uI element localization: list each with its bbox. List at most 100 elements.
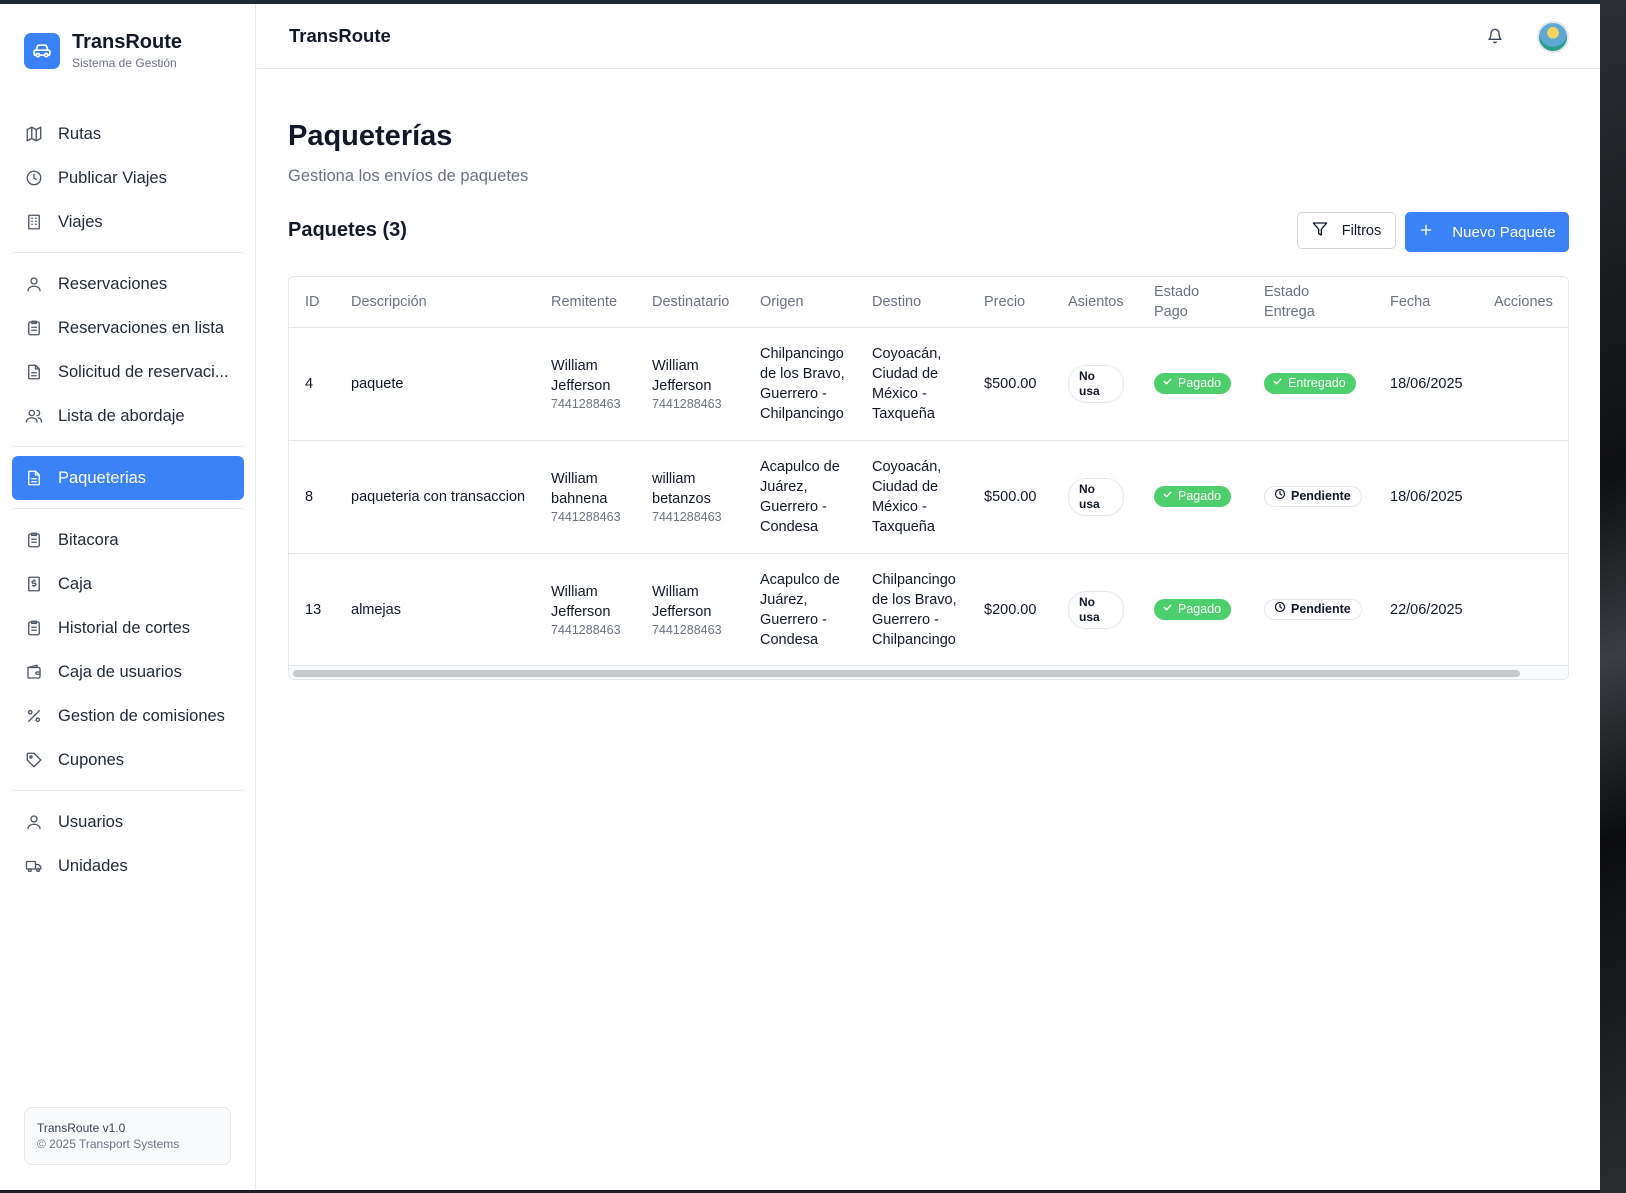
- table-header-row: ID Descripción Remitente Destinatario Origen…: [289, 277, 1568, 328]
- cell-precio: $500.00: [968, 440, 1052, 554]
- cell-precio: $500.00: [968, 327, 1052, 441]
- sidebar-item-publicar-viajes[interactable]: Publicar Viajes: [12, 156, 244, 200]
- packages-table-container: ID Descripción Remitente Destinatario Origen…: [288, 276, 1569, 680]
- version-text: TransRoute v1.0: [37, 1121, 126, 1135]
- sidebar-item-paqueterias[interactable]: Paqueterias: [12, 456, 244, 500]
- check-icon: [1162, 488, 1173, 505]
- destinatario-name: william betanzos: [652, 470, 711, 507]
- nav-divider: [12, 446, 244, 447]
- sidebar-item-label: Rutas: [58, 124, 102, 143]
- column-header[interactable]: Destinatario: [636, 277, 744, 328]
- payment-status-badge: Pagado: [1154, 373, 1232, 394]
- column-header[interactable]: Acciones: [1478, 277, 1568, 328]
- sidebar-item-reservaciones[interactable]: Reservaciones: [12, 262, 244, 306]
- sidebar-item-usuarios[interactable]: Usuarios: [12, 800, 244, 844]
- column-header[interactable]: Origen: [744, 277, 856, 328]
- cell-origen: Chilpancingo de los Bravo, Guerrero - Ch…: [744, 327, 856, 441]
- destinatario-name: William Jefferson: [652, 583, 712, 620]
- cell-destino: Coyoacán, Ciudad de México - Taxqueña: [856, 327, 968, 441]
- sidebar-nav: Rutas Publicar Viajes Viajes Reservaciones R…: [12, 112, 244, 888]
- column-header[interactable]: Descripción: [335, 277, 535, 328]
- bell-icon[interactable]: [1487, 27, 1503, 50]
- cell-acciones[interactable]: [1478, 440, 1568, 554]
- cell-id: 8: [289, 440, 335, 554]
- table-row[interactable]: 4 paquete William Jefferson 7441288463 Willi…: [289, 327, 1568, 441]
- table-row[interactable]: 8 paqueteria con transaccion William bahne…: [289, 440, 1568, 554]
- sidebar-item-label: Reservaciones: [58, 274, 168, 293]
- sidebar-item-viajes[interactable]: Viajes: [12, 200, 244, 244]
- cell-acciones[interactable]: [1478, 327, 1568, 441]
- remitente-name: William Jefferson: [551, 583, 611, 620]
- brand[interactable]: TransRoute Sistema de Gestión: [24, 30, 182, 71]
- column-header[interactable]: Estado Entrega: [1248, 277, 1374, 328]
- cell-origen: Acapulco de Juárez, Guerrero - Condesa: [744, 440, 856, 554]
- sidebar-item-historial-de-cortes[interactable]: Historial de cortes: [12, 606, 244, 650]
- sidebar-item-solicitud-de-reservaci[interactable]: Solicitud de reservaci...: [12, 350, 244, 394]
- nav-divider: [12, 252, 244, 253]
- cell-remitente: William bahnena 7441288463: [535, 440, 636, 554]
- column-header[interactable]: Estado Pago: [1138, 277, 1248, 328]
- remitente-phone: 7441288463: [551, 509, 621, 524]
- table-body: 4 paquete William Jefferson 7441288463 Willi…: [289, 327, 1568, 666]
- sidebar-item-label: Paqueterias: [58, 468, 147, 487]
- user-icon: [24, 812, 44, 832]
- filters-button[interactable]: Filtros: [1297, 212, 1396, 249]
- cell-acciones[interactable]: [1478, 553, 1568, 666]
- sidebar-item-caja-de-usuarios[interactable]: Caja de usuarios: [12, 650, 244, 694]
- avatar[interactable]: [1537, 21, 1569, 53]
- cell-destino: Coyoacán, Ciudad de México - Taxqueña: [856, 440, 968, 554]
- cell-estado-pago: Pagado: [1138, 440, 1248, 554]
- sidebar-item-gestion-de-comisiones[interactable]: Gestion de comisiones: [12, 694, 244, 738]
- horizontal-scrollbar[interactable]: [289, 665, 1568, 679]
- seats-badge: No usa: [1068, 477, 1124, 516]
- cell-destinatario: William Jefferson 7441288463: [636, 327, 744, 441]
- column-header[interactable]: Asientos: [1052, 277, 1138, 328]
- seats-badge: No usa: [1068, 590, 1124, 629]
- delivery-status-label: Pendiente: [1291, 489, 1351, 503]
- table-row[interactable]: 13 almejas William Jefferson 7441288463 Will…: [289, 553, 1568, 666]
- sidebar-item-label: Historial de cortes: [58, 618, 191, 637]
- topbar: TransRoute: [257, 4, 1600, 69]
- cell-descripcion: paqueteria con transaccion: [335, 440, 535, 554]
- sidebar-item-lista-de-abordaje[interactable]: Lista de abordaje: [12, 394, 244, 438]
- sidebar-item-rutas[interactable]: Rutas: [12, 112, 244, 156]
- cell-origen: Acapulco de Juárez, Guerrero - Condesa: [760, 571, 840, 648]
- destinatario-phone: 7441288463: [652, 509, 722, 524]
- payment-status-badge: Pagado: [1154, 486, 1232, 507]
- column-header[interactable]: Destino: [856, 277, 968, 328]
- column-header[interactable]: Precio: [968, 277, 1052, 328]
- cell-destinatario: william betanzos 7441288463: [636, 440, 744, 554]
- new-package-button[interactable]: Nuevo Paquete: [1405, 212, 1569, 252]
- filters-label: Filtros: [1341, 222, 1382, 239]
- sidebar-item-reservaciones-en-lista[interactable]: Reservaciones en lista: [12, 306, 244, 350]
- check-icon: [1162, 601, 1173, 618]
- building-icon: [24, 212, 44, 232]
- scrollbar-thumb[interactable]: [293, 670, 1520, 677]
- wallet-icon: [24, 662, 44, 682]
- cell-asientos: No usa: [1052, 327, 1138, 441]
- version-box: TransRoute v1.0 © 2025 Transport Systems: [24, 1107, 231, 1165]
- cell-id: 4: [289, 327, 335, 441]
- users-icon: [24, 406, 44, 426]
- seats-badge: No usa: [1068, 364, 1124, 403]
- sidebar-item-unidades[interactable]: Unidades: [12, 844, 244, 888]
- column-header[interactable]: Remitente: [535, 277, 636, 328]
- nav-divider: [12, 508, 244, 509]
- cell-descripcion: paquete: [335, 327, 535, 441]
- sidebar-item-label: Gestion de comisiones: [58, 706, 225, 725]
- filter-icon: [1312, 221, 1328, 241]
- sidebar-item-label: Cupones: [58, 750, 125, 769]
- sidebar-item-label: Usuarios: [58, 812, 124, 831]
- packages-table: ID Descripción Remitente Destinatario Origen…: [289, 277, 1568, 666]
- nav-divider: [12, 790, 244, 791]
- cell-estado-entrega: Pendiente: [1248, 553, 1374, 666]
- column-header[interactable]: ID: [289, 277, 335, 328]
- sidebar-item-cupones[interactable]: Cupones: [12, 738, 244, 782]
- delivery-status-badge: Pendiente: [1264, 486, 1362, 507]
- sidebar-item-bitacora[interactable]: Bitacora: [12, 518, 244, 562]
- column-header[interactable]: Fecha: [1374, 277, 1478, 328]
- payment-status-label: Pagado: [1178, 376, 1222, 390]
- sidebar-item-caja[interactable]: Caja: [12, 562, 244, 606]
- percent-icon: [24, 706, 44, 726]
- cell-fecha: 18/06/2025: [1374, 440, 1478, 554]
